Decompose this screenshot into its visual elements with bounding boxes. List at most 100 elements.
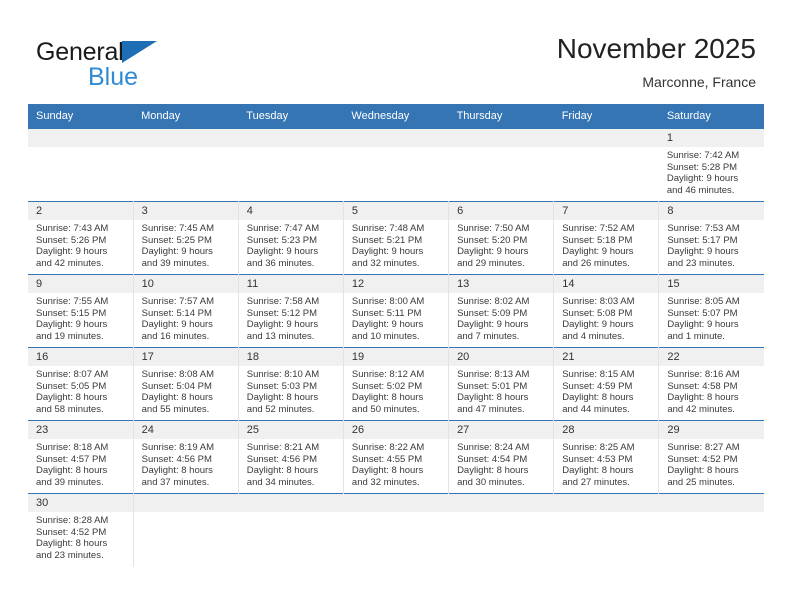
empty-date-strip: [343, 129, 449, 147]
title-block: November 2025 Marconne, France: [557, 32, 756, 92]
day-details: Sunrise: 7:47 AM Sunset: 5:23 PM Daylight:…: [239, 220, 343, 269]
calendar-day-cell[interactable]: 1 Sunrise: 7:42 AM Sunset: 5:28 PM Daylight…: [658, 128, 764, 202]
day-number: 5: [343, 202, 449, 220]
day-number: 16: [28, 348, 133, 366]
daylight-text-line2: and 36 minutes.: [246, 257, 315, 269]
daylight-text-line1: Daylight: 9 hours: [141, 319, 213, 331]
calendar-day-cell-empty: [448, 128, 554, 202]
calendar-day-cell[interactable]: 16 Sunrise: 8:07 AM Sunset: 5:05 PM Dayligh…: [28, 347, 134, 421]
calendar-day-cell-empty: [658, 493, 764, 567]
sunset-text: Sunset: 5:26 PM: [36, 234, 107, 246]
sunset-text: Sunset: 5:23 PM: [246, 234, 318, 246]
calendar-week-row: 9 Sunrise: 7:55 AM Sunset: 5:15 PM Daylight…: [28, 274, 764, 348]
day-number: 24: [133, 421, 238, 439]
daylight-text-line2: and 39 minutes.: [141, 257, 210, 269]
daylight-text-line2: and 26 minutes.: [562, 257, 630, 269]
empty-date-strip: [448, 494, 554, 512]
daylight-text-line2: and 50 minutes.: [351, 403, 420, 415]
calendar-day-cell[interactable]: 10 Sunrise: 7:57 AM Sunset: 5:14 PM Dayligh…: [133, 274, 239, 348]
day-number: 26: [343, 421, 449, 439]
daylight-text-line2: and 32 minutes.: [351, 257, 420, 269]
column-header-friday: Friday: [553, 104, 659, 129]
calendar-day-cell[interactable]: 29 Sunrise: 8:27 AM Sunset: 4:52 PM Dayligh…: [658, 420, 764, 494]
calendar-day-cell[interactable]: 18 Sunrise: 8:10 AM Sunset: 5:03 PM Dayligh…: [238, 347, 344, 421]
sunrise-text: Sunrise: 7:53 AM: [667, 223, 740, 234]
calendar-day-cell[interactable]: 17 Sunrise: 8:08 AM Sunset: 5:04 PM Dayligh…: [133, 347, 239, 421]
empty-date-strip: [343, 494, 449, 512]
daylight-text-line1: Daylight: 9 hours: [36, 246, 108, 258]
daylight-text-line1: Daylight: 8 hours: [246, 392, 319, 404]
daylight-text-line1: Daylight: 8 hours: [351, 392, 424, 404]
sunset-text: Sunset: 4:57 PM: [36, 453, 107, 465]
location-subtitle: Marconne, France: [642, 74, 756, 90]
calendar-day-cell[interactable]: 2 Sunrise: 7:43 AM Sunset: 5:26 PM Daylight…: [28, 201, 134, 275]
daylight-text-line1: Daylight: 8 hours: [457, 465, 529, 477]
empty-date-strip: [238, 129, 344, 147]
day-number: 8: [659, 202, 764, 220]
day-number: 11: [238, 275, 343, 293]
calendar-day-cell[interactable]: 25 Sunrise: 8:21 AM Sunset: 4:56 PM Dayligh…: [238, 420, 344, 494]
calendar-day-cell[interactable]: 27 Sunrise: 8:24 AM Sunset: 4:54 PM Dayligh…: [448, 420, 555, 494]
sunrise-text: Sunrise: 8:13 AM: [457, 369, 530, 380]
calendar-day-cell[interactable]: 3 Sunrise: 7:45 AM Sunset: 5:25 PM Daylight…: [133, 201, 239, 275]
daylight-text-line2: and 23 minutes.: [667, 257, 735, 269]
daylight-text-line1: Daylight: 8 hours: [457, 392, 529, 404]
sunrise-text: Sunrise: 8:24 AM: [457, 442, 530, 453]
calendar-day-cell[interactable]: 24 Sunrise: 8:19 AM Sunset: 4:56 PM Dayligh…: [133, 420, 239, 494]
general-blue-logo[interactable]: General Blue: [36, 38, 216, 91]
calendar-day-cell[interactable]: 20 Sunrise: 8:13 AM Sunset: 5:01 PM Dayligh…: [448, 347, 555, 421]
empty-date-strip: [658, 494, 764, 512]
calendar-day-cell[interactable]: 9 Sunrise: 7:55 AM Sunset: 5:15 PM Daylight…: [28, 274, 134, 348]
calendar-day-cell[interactable]: 6 Sunrise: 7:50 AM Sunset: 5:20 PM Daylight…: [448, 201, 555, 275]
sunset-text: Sunset: 5:21 PM: [351, 234, 423, 246]
sunset-text: Sunset: 4:56 PM: [141, 453, 212, 465]
day-details: Sunrise: 7:45 AM Sunset: 5:25 PM Daylight:…: [134, 220, 238, 269]
daylight-text-line1: Daylight: 9 hours: [351, 319, 424, 331]
calendar-day-cell[interactable]: 5 Sunrise: 7:48 AM Sunset: 5:21 PM Daylight…: [343, 201, 450, 275]
calendar-day-cell[interactable]: 19 Sunrise: 8:12 AM Sunset: 5:02 PM Dayligh…: [343, 347, 450, 421]
calendar-day-cell[interactable]: 15 Sunrise: 8:05 AM Sunset: 5:07 PM Dayligh…: [658, 274, 764, 348]
calendar-day-cell[interactable]: 23 Sunrise: 8:18 AM Sunset: 4:57 PM Dayligh…: [28, 420, 134, 494]
calendar-day-cell[interactable]: 7 Sunrise: 7:52 AM Sunset: 5:18 PM Daylight…: [553, 201, 660, 275]
sunset-text: Sunset: 5:18 PM: [562, 234, 633, 246]
calendar-day-cell[interactable]: 22 Sunrise: 8:16 AM Sunset: 4:58 PM Dayligh…: [658, 347, 764, 421]
column-header-monday: Monday: [133, 104, 239, 129]
day-number: 7: [554, 202, 659, 220]
daylight-text-line1: Daylight: 8 hours: [141, 465, 213, 477]
calendar-day-cell[interactable]: 28 Sunrise: 8:25 AM Sunset: 4:53 PM Dayligh…: [553, 420, 660, 494]
calendar-day-cell[interactable]: 26 Sunrise: 8:22 AM Sunset: 4:55 PM Dayligh…: [343, 420, 450, 494]
calendar-day-cell[interactable]: 30 Sunrise: 8:28 AM Sunset: 4:52 PM Dayligh…: [28, 493, 134, 567]
calendar-day-cell[interactable]: 13 Sunrise: 8:02 AM Sunset: 5:09 PM Dayligh…: [448, 274, 555, 348]
day-details: Sunrise: 7:52 AM Sunset: 5:18 PM Daylight:…: [554, 220, 658, 269]
day-number: 22: [659, 348, 764, 366]
day-number: 23: [28, 421, 133, 439]
calendar-day-cell[interactable]: 14 Sunrise: 8:03 AM Sunset: 5:08 PM Dayligh…: [553, 274, 660, 348]
calendar-day-cell[interactable]: 11 Sunrise: 7:58 AM Sunset: 5:12 PM Dayligh…: [238, 274, 344, 348]
daylight-text-line2: and 16 minutes.: [141, 330, 210, 342]
sunrise-text: Sunrise: 8:02 AM: [457, 296, 530, 307]
daylight-text-line2: and 42 minutes.: [667, 403, 735, 415]
calendar-day-cell[interactable]: 8 Sunrise: 7:53 AM Sunset: 5:17 PM Daylight…: [658, 201, 764, 275]
sunrise-text: Sunrise: 7:42 AM: [666, 150, 740, 161]
sunrise-text: Sunrise: 7:57 AM: [141, 296, 214, 307]
calendar-day-cell[interactable]: 4 Sunrise: 7:47 AM Sunset: 5:23 PM Daylight…: [238, 201, 344, 275]
sunrise-text: Sunrise: 8:00 AM: [351, 296, 425, 307]
sunset-text: Sunset: 5:07 PM: [667, 307, 738, 319]
sunset-text: Sunset: 5:17 PM: [667, 234, 738, 246]
day-number: 2: [28, 202, 133, 220]
empty-date-strip: [553, 129, 659, 147]
column-header-tuesday: Tuesday: [238, 104, 344, 129]
sunset-text: Sunset: 5:14 PM: [141, 307, 212, 319]
day-details: Sunrise: 8:18 AM Sunset: 4:57 PM Daylight:…: [28, 439, 133, 488]
calendar-day-cell-empty: [28, 128, 134, 202]
day-details: Sunrise: 8:19 AM Sunset: 4:56 PM Daylight:…: [134, 439, 238, 488]
day-number: 27: [449, 421, 554, 439]
calendar-day-cell[interactable]: 12 Sunrise: 8:00 AM Sunset: 5:11 PM Dayligh…: [343, 274, 450, 348]
calendar-grid: Sunday Monday Tuesday Wednesday Thursday…: [28, 104, 764, 567]
day-number: 13: [449, 275, 554, 293]
daylight-text-line2: and 13 minutes.: [246, 330, 315, 342]
daylight-text-line1: Daylight: 9 hours: [667, 246, 739, 258]
page-title: November 2025: [556, 33, 756, 64]
day-details: Sunrise: 7:53 AM Sunset: 5:17 PM Daylight:…: [659, 220, 764, 269]
calendar-day-cell[interactable]: 21 Sunrise: 8:15 AM Sunset: 4:59 PM Dayligh…: [553, 347, 660, 421]
